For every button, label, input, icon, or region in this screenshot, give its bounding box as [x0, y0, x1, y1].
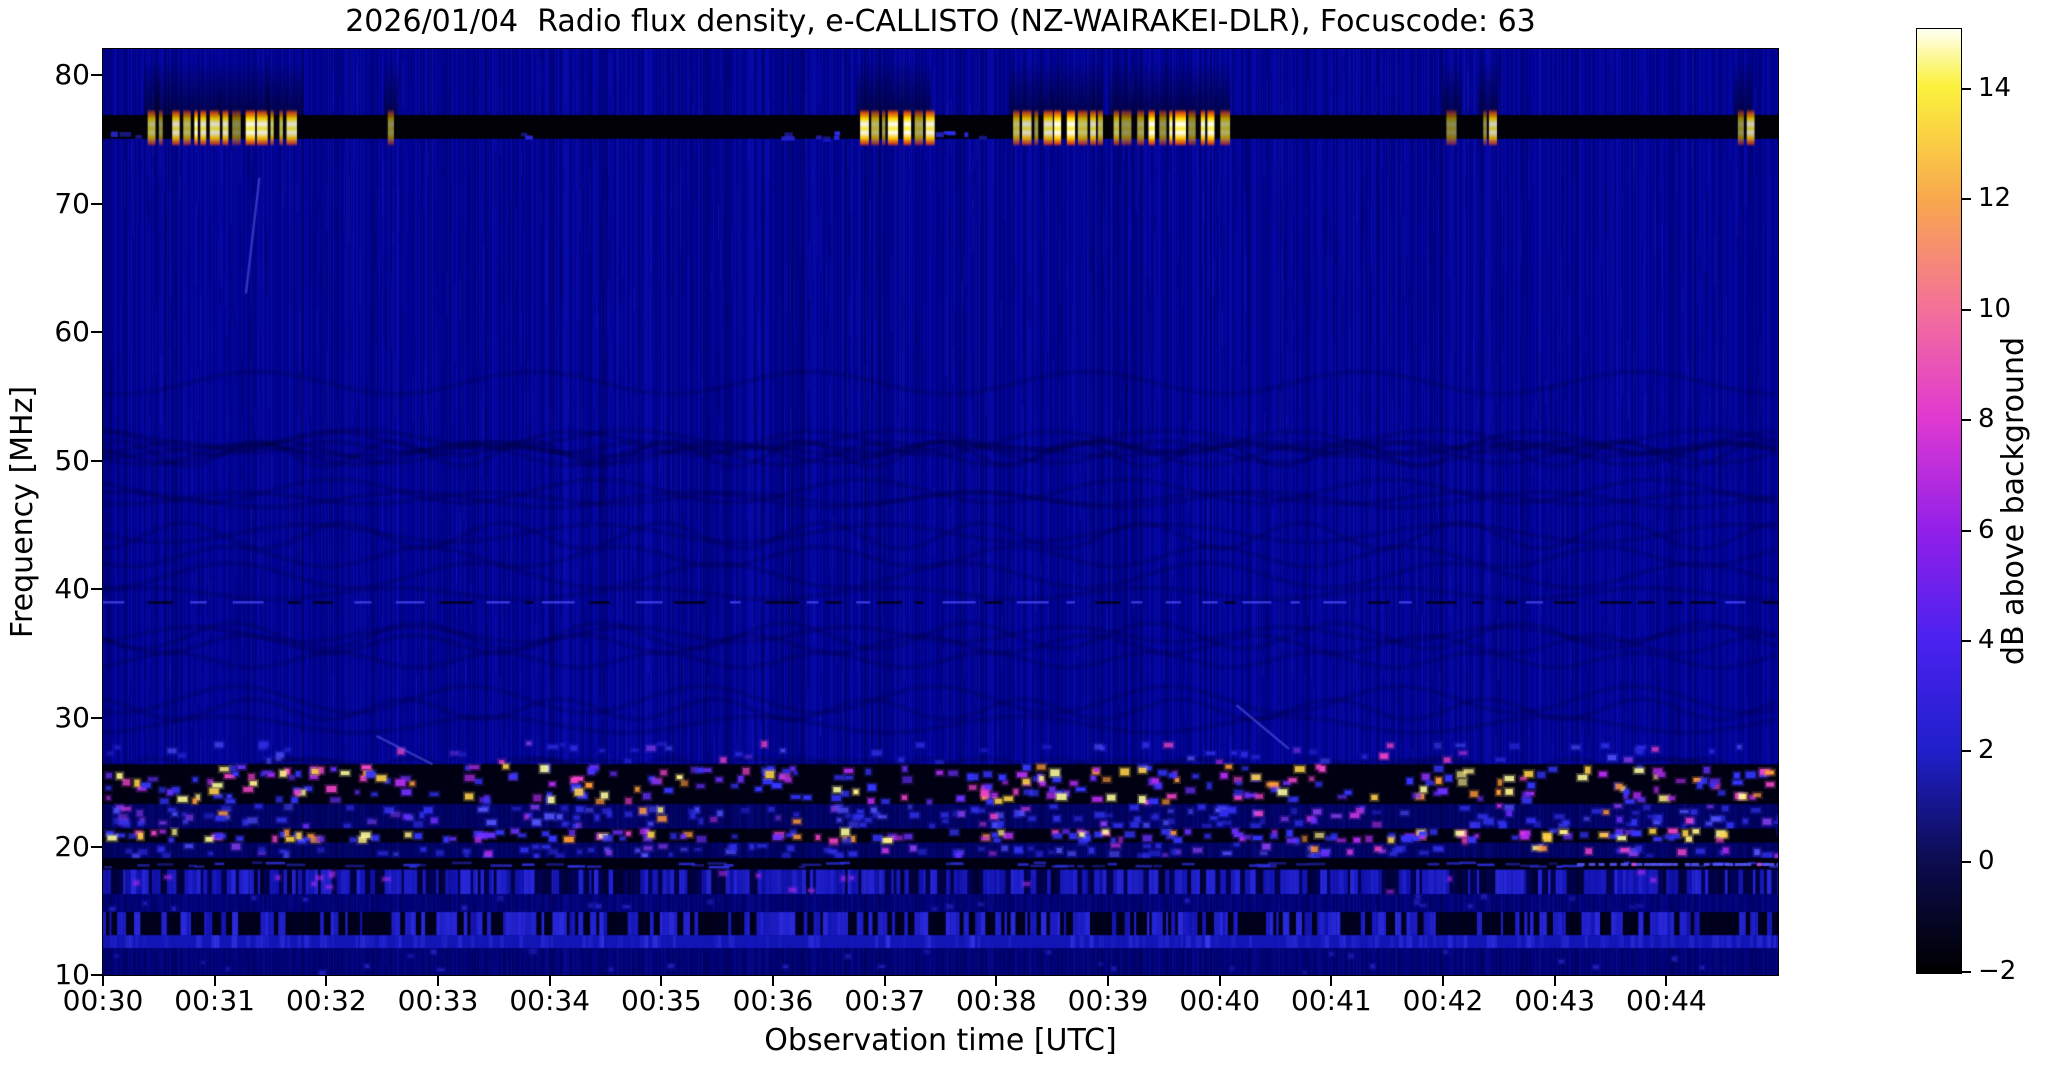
spectrogram-figure: 2026/01/04 Radio flux density, e-CALLIST… [0, 0, 2047, 1067]
x-axis-label: Observation time [UTC] [764, 1023, 1117, 1058]
y-tick-mark [91, 588, 102, 591]
colorbar-tick-mark [1962, 419, 1971, 422]
y-tick-mark [91, 974, 102, 977]
y-tick-mark [91, 331, 102, 334]
y-tick-label: 20 [54, 829, 90, 863]
colorbar-tick-mark [1962, 860, 1971, 863]
colorbar-tick-mark [1962, 639, 1971, 642]
colorbar-label: dB above background [1996, 336, 2031, 666]
colorbar-tick-label: −2 [1978, 956, 2017, 987]
y-tick-mark [91, 74, 102, 77]
y-tick-mark [91, 459, 102, 462]
x-tick-label: 00:44 [1626, 984, 1707, 1017]
spectrogram-image [103, 49, 1778, 975]
y-tick-label: 80 [54, 58, 90, 92]
colorbar-tick-mark [1962, 529, 1971, 532]
y-tick-label: 10 [54, 958, 90, 992]
colorbar-tick-label: 14 [1978, 72, 2012, 103]
colorbar-tick-mark [1962, 750, 1971, 753]
colorbar-tick-mark [1962, 87, 1971, 90]
y-tick-mark [91, 716, 102, 719]
chart-title: 2026/01/04 Radio flux density, e-CALLIST… [345, 4, 1536, 39]
y-tick-mark [91, 202, 102, 205]
colorbar-tick-mark [1962, 971, 1971, 974]
colorbar [1916, 28, 1962, 974]
y-tick-label: 70 [54, 186, 90, 220]
colorbar-tick-label: 0 [1978, 845, 1995, 876]
colorbar-tick-mark [1962, 308, 1971, 311]
y-axis-label: Frequency [MHz] [5, 385, 40, 639]
y-tick-mark [91, 845, 102, 848]
spectrogram-plot-area [102, 48, 1779, 976]
colorbar-tick-mark [1962, 198, 1971, 201]
